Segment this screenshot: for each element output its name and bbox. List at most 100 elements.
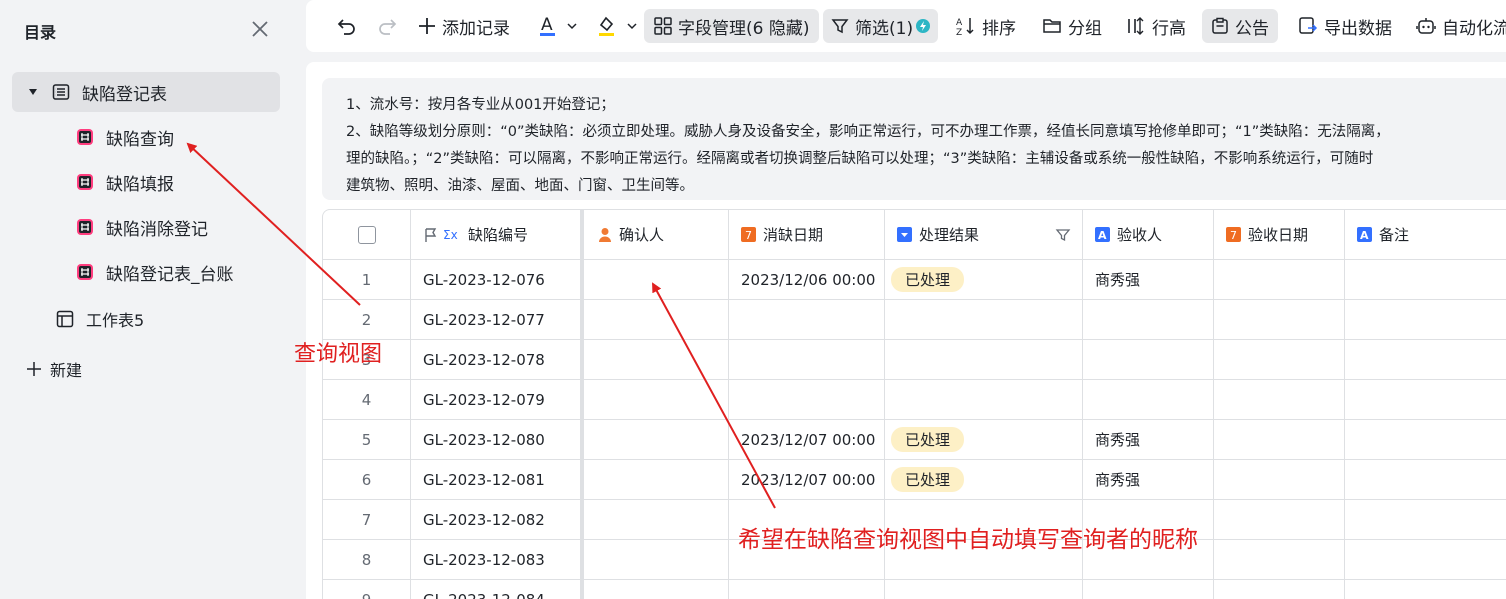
confirm-cell[interactable] — [584, 420, 729, 460]
sidebar-item-label: 缺陷登记表_台账 — [106, 264, 234, 285]
accept-date-cell[interactable] — [1214, 580, 1345, 599]
sidebar-item-defect-report[interactable]: 缺陷填报 — [76, 162, 174, 202]
remark-cell[interactable] — [1345, 260, 1506, 300]
code-cell[interactable]: GL-2023-12-081 — [411, 460, 581, 500]
date-cell[interactable]: 2023/12/07 00:00 — [729, 420, 885, 460]
accept-date-cell[interactable] — [1214, 460, 1345, 500]
code-cell[interactable]: GL-2023-12-076 — [411, 260, 581, 300]
result-cell[interactable] — [885, 300, 1083, 340]
add-record-button[interactable]: 添加记录 — [412, 9, 516, 43]
accept-date-cell[interactable] — [1214, 300, 1345, 340]
column-header-date[interactable]: 7 消缺日期 — [729, 210, 885, 260]
acceptor-cell[interactable]: 商秀强 — [1083, 420, 1214, 460]
confirm-cell[interactable] — [584, 460, 729, 500]
sidebar-new-button[interactable]: 新建 — [26, 349, 82, 389]
field-manage-button[interactable]: 字段管理(6 隐藏) — [644, 9, 820, 43]
row-index-cell[interactable]: 2 — [323, 300, 411, 340]
result-cell[interactable]: 已处理 — [885, 260, 1083, 300]
close-icon[interactable] — [248, 17, 272, 41]
remark-cell[interactable] — [1345, 420, 1506, 460]
row-height-button[interactable]: 行高 — [1120, 9, 1192, 43]
result-cell[interactable] — [885, 380, 1083, 420]
remark-cell[interactable] — [1345, 300, 1506, 340]
date-cell[interactable] — [729, 300, 885, 340]
row-index-cell[interactable]: 7 — [323, 500, 411, 540]
sidebar-item-sheet5[interactable]: 工作表5 — [56, 299, 144, 339]
result-cell[interactable] — [885, 580, 1083, 599]
acceptor-cell[interactable] — [1083, 380, 1214, 420]
filter-icon[interactable] — [1055, 227, 1071, 243]
filter-button[interactable]: 筛选(1) — [823, 9, 939, 43]
code-cell[interactable]: GL-2023-12-083 — [411, 540, 581, 580]
row-index-cell[interactable]: 8 — [323, 540, 411, 580]
text-field-icon: A — [1095, 227, 1110, 242]
remark-cell[interactable] — [1345, 340, 1506, 380]
code-cell[interactable]: GL-2023-12-084 — [411, 580, 581, 599]
acceptor-cell[interactable]: 商秀强 — [1083, 260, 1214, 300]
date-cell[interactable]: 2023/12/07 00:00 — [729, 460, 885, 500]
row-index-cell[interactable]: 4 — [323, 380, 411, 420]
remark-cell[interactable] — [1345, 380, 1506, 420]
accept-date-cell[interactable] — [1214, 380, 1345, 420]
confirm-cell[interactable] — [584, 300, 729, 340]
column-header-code[interactable]: Σx 缺陷编号 — [411, 210, 581, 260]
remark-cell[interactable] — [1345, 540, 1506, 580]
code-cell[interactable]: GL-2023-12-080 — [411, 420, 581, 460]
accept-date-cell[interactable] — [1214, 420, 1345, 460]
confirm-cell[interactable] — [584, 540, 729, 580]
sidebar-item-defect-table[interactable]: 缺陷登记表 — [12, 72, 280, 112]
result-cell[interactable]: 已处理 — [885, 460, 1083, 500]
accept-date-cell[interactable] — [1214, 540, 1345, 580]
code-cell[interactable]: GL-2023-12-079 — [411, 380, 581, 420]
column-header-acceptor[interactable]: A 验收人 — [1083, 210, 1214, 260]
remark-cell[interactable] — [1345, 500, 1506, 540]
redo-button[interactable] — [370, 9, 410, 43]
accept-date-cell[interactable] — [1214, 260, 1345, 300]
row-index-cell[interactable]: 5 — [323, 420, 411, 460]
date-cell[interactable]: 2023/12/06 00:00 — [729, 260, 885, 300]
remark-cell[interactable] — [1345, 580, 1506, 599]
acceptor-cell[interactable] — [1083, 580, 1214, 599]
acceptor-cell[interactable]: 商秀强 — [1083, 460, 1214, 500]
acceptor-cell[interactable] — [1083, 340, 1214, 380]
result-cell[interactable]: 已处理 — [885, 420, 1083, 460]
accept-date-cell[interactable] — [1214, 500, 1345, 540]
code-cell[interactable]: GL-2023-12-077 — [411, 300, 581, 340]
confirm-cell[interactable] — [584, 500, 729, 540]
confirm-cell[interactable] — [584, 580, 729, 599]
confirm-cell[interactable] — [584, 340, 729, 380]
code-cell[interactable]: GL-2023-12-078 — [411, 340, 581, 380]
remark-cell[interactable] — [1345, 460, 1506, 500]
row-index-cell[interactable]: 1 — [323, 260, 411, 300]
date-cell[interactable] — [729, 340, 885, 380]
add-record-label: 添加记录 — [442, 18, 510, 39]
sidebar-item-defect-ledger[interactable]: 缺陷登记表_台账 — [76, 252, 234, 292]
column-header-result[interactable]: 处理结果 — [885, 210, 1083, 260]
date-cell[interactable] — [729, 580, 885, 599]
column-header-confirm[interactable]: 确认人 — [584, 210, 729, 260]
sort-button[interactable]: AZ 排序 — [950, 9, 1022, 43]
select-all-checkbox[interactable] — [357, 225, 376, 244]
sidebar-item-defect-elimination[interactable]: 缺陷消除登记 — [76, 207, 208, 247]
date-cell[interactable] — [729, 380, 885, 420]
row-index-cell[interactable]: 6 — [323, 460, 411, 500]
fill-color-button[interactable] — [590, 9, 652, 43]
notice-button[interactable]: 公告 — [1202, 9, 1278, 43]
automation-button[interactable]: 自动化流 — [1410, 9, 1506, 43]
select-all-cell[interactable] — [323, 210, 411, 260]
row-index-cell[interactable]: 9 — [323, 580, 411, 599]
export-button[interactable]: 导出数据 — [1292, 9, 1398, 43]
code-cell[interactable]: GL-2023-12-082 — [411, 500, 581, 540]
font-color-button[interactable]: A — [532, 9, 592, 43]
result-cell[interactable] — [885, 340, 1083, 380]
undo-button[interactable] — [330, 9, 370, 43]
confirm-cell[interactable] — [584, 380, 729, 420]
group-button[interactable]: 分组 — [1036, 9, 1108, 43]
acceptor-cell[interactable] — [1083, 300, 1214, 340]
caret-down-icon[interactable] — [28, 87, 38, 97]
column-header-remark[interactable]: A 备注 — [1345, 210, 1506, 260]
confirm-cell[interactable] — [584, 260, 729, 300]
sidebar-item-defect-query[interactable]: 缺陷查询 — [76, 117, 174, 157]
column-header-accept-date[interactable]: 7 验收日期 — [1214, 210, 1345, 260]
accept-date-cell[interactable] — [1214, 340, 1345, 380]
